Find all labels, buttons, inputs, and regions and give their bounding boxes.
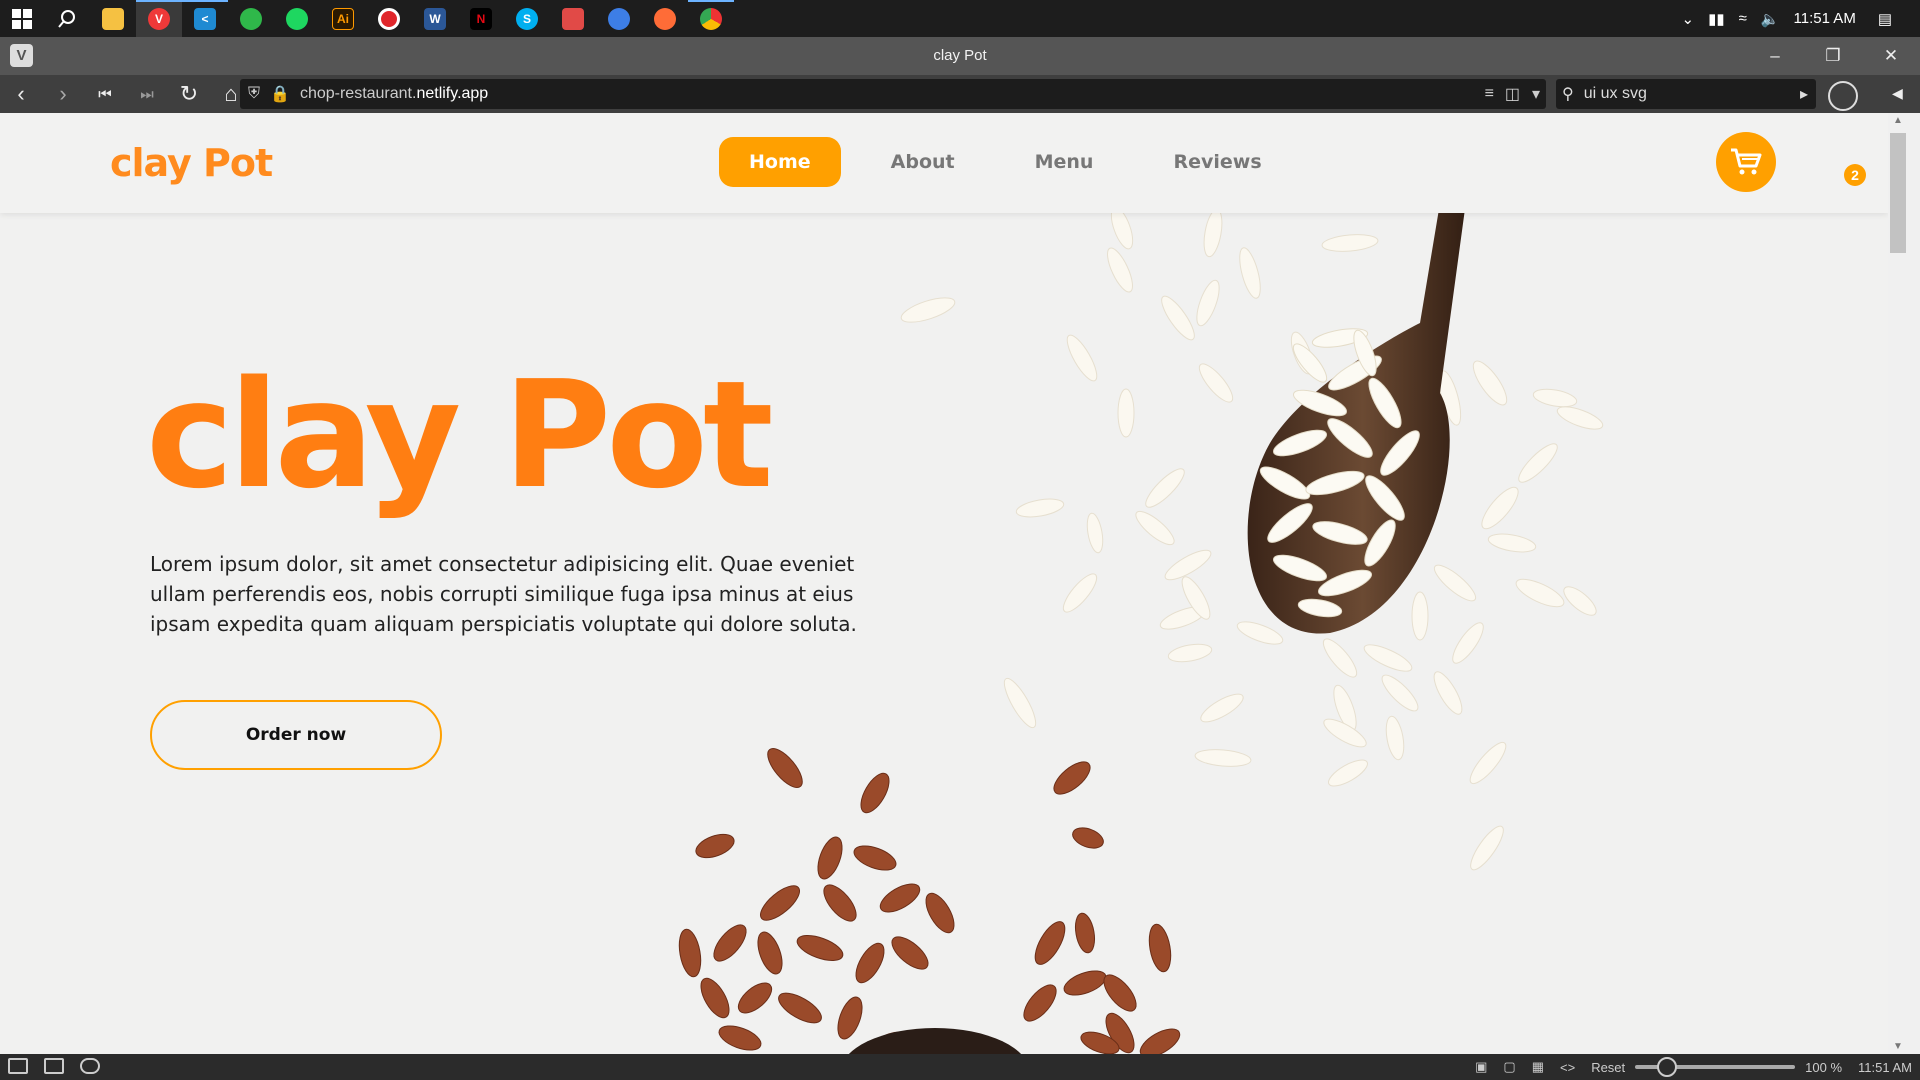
- image-icon[interactable]: ▦: [1532, 1059, 1544, 1075]
- zoom-slider-knob[interactable]: [1657, 1057, 1678, 1077]
- google-photos-icon[interactable]: [596, 0, 642, 37]
- order-now-button[interactable]: Order now: [150, 700, 442, 770]
- capture-icon[interactable]: ▣: [1475, 1059, 1487, 1075]
- profile-avatar-icon[interactable]: [1828, 81, 1858, 111]
- skype-icon[interactable]: S: [504, 0, 550, 37]
- spotify-icon[interactable]: [274, 0, 320, 37]
- cart-count-badge: 2: [1844, 164, 1866, 186]
- back-icon[interactable]: ‹: [0, 75, 42, 113]
- nav-home[interactable]: Home: [719, 137, 841, 187]
- sync-cloud-icon[interactable]: [80, 1058, 100, 1074]
- panel-toggle-icon[interactable]: [8, 1058, 28, 1074]
- recorder-icon[interactable]: [366, 0, 412, 37]
- search-field[interactable]: ⚲ ui ux svg ▸: [1556, 79, 1816, 109]
- vivaldi-icon[interactable]: V: [136, 0, 182, 37]
- hero-title: clay Pot: [146, 349, 774, 521]
- browser-title-bar: V clay Pot – ❐ ✕: [0, 37, 1920, 75]
- notifications-icon[interactable]: ▤: [1878, 10, 1892, 28]
- reader-view-icon[interactable]: ≡: [1485, 85, 1494, 103]
- search-value: ui ux svg: [1583, 85, 1647, 102]
- illustrator-icon[interactable]: Ai: [320, 0, 366, 37]
- taskbar-search-icon[interactable]: [44, 0, 90, 37]
- scrollbar-thumb[interactable]: [1890, 133, 1906, 253]
- site-header: clay Pot Home About Menu Reviews 2: [0, 113, 1888, 213]
- cart-icon: [1731, 148, 1762, 175]
- nav-reviews[interactable]: Reviews: [1143, 137, 1291, 187]
- site-logo[interactable]: clay Pot: [110, 141, 273, 185]
- reload-icon[interactable]: ↻: [168, 75, 210, 113]
- site-nav: Home About Menu Reviews: [719, 137, 1312, 187]
- postman-icon[interactable]: [642, 0, 688, 37]
- panel-toggle-icon[interactable]: ◀: [1892, 85, 1903, 102]
- status-clock: 11:51 AM: [1858, 1059, 1912, 1075]
- tile-icon[interactable]: [44, 1058, 64, 1074]
- bookmark-icon[interactable]: ◫: [1505, 84, 1520, 104]
- cart-button[interactable]: [1716, 132, 1776, 192]
- scroll-down-icon[interactable]: ▼: [1893, 1041, 1903, 1052]
- close-icon[interactable]: ✕: [1862, 37, 1920, 75]
- shield-icon[interactable]: ⛨: [248, 85, 260, 103]
- vscode-icon[interactable]: <: [182, 0, 228, 37]
- window-icon[interactable]: ▢: [1503, 1059, 1515, 1075]
- window-title: clay Pot: [933, 47, 987, 64]
- nav-about[interactable]: About: [861, 137, 985, 187]
- netflix-icon[interactable]: N: [458, 0, 504, 37]
- rewind-icon[interactable]: ⏮: [84, 75, 126, 113]
- mail-icon[interactable]: [550, 0, 596, 37]
- wifi-icon[interactable]: ≈: [1739, 10, 1747, 27]
- search-go-icon[interactable]: ▸: [1800, 84, 1808, 104]
- url-domain: netlify.app: [416, 85, 489, 102]
- dropdown-icon[interactable]: ▾: [1532, 84, 1540, 104]
- scroll-up-icon[interactable]: ▲: [1893, 115, 1903, 126]
- windows-start-icon[interactable]: [0, 0, 44, 37]
- word-icon[interactable]: W: [412, 0, 458, 37]
- windows-taskbar: V < Ai W N S ⌄ ▮▮ ≈ 🔈 11:51 AM ▤: [0, 0, 1920, 37]
- lock-icon[interactable]: 🔒: [270, 84, 290, 104]
- chevron-up-icon[interactable]: ⌄: [1682, 10, 1695, 28]
- zoom-reset[interactable]: Reset: [1591, 1060, 1625, 1075]
- forward-icon[interactable]: ›: [42, 75, 84, 113]
- code-icon[interactable]: <>: [1560, 1060, 1575, 1075]
- page-scrollbar[interactable]: ▲ ▼: [1888, 113, 1920, 1054]
- zoom-level: 100 %: [1805, 1059, 1843, 1075]
- system-tray: ⌄ ▮▮ ≈ 🔈 11:51 AM ▤: [1682, 0, 1920, 37]
- browser-status-bar: ▣ ▢ ▦ <> Reset 100 % 11:51 AM: [0, 1054, 1920, 1080]
- url-prefix: chop-restaurant.: [299, 85, 417, 102]
- nav-menu[interactable]: Menu: [1005, 137, 1124, 187]
- restore-icon[interactable]: ❐: [1804, 37, 1862, 75]
- hero-description: Lorem ipsum dolor, sit amet consectetur …: [150, 552, 857, 636]
- search-engine-icon[interactable]: ⚲: [1562, 84, 1574, 104]
- whatsapp-icon[interactable]: [228, 0, 274, 37]
- file-explorer-icon[interactable]: [90, 0, 136, 37]
- browser-toolbar: ‹ › ⏮ ⏭ ↻ ⌂ ⛨ 🔒 chop-restaurant. netlify.…: [0, 75, 1920, 113]
- chrome-icon[interactable]: [688, 0, 734, 37]
- fast-forward-icon[interactable]: ⏭: [126, 75, 168, 113]
- web-page: clay Pot Home About Menu Reviews 2 clay …: [0, 113, 1888, 1054]
- address-field[interactable]: ⛨ 🔒 chop-restaurant. netlify.app ≡ ◫ ▾: [240, 79, 1546, 109]
- volume-icon[interactable]: 🔈: [1761, 10, 1780, 28]
- taskbar-clock[interactable]: 11:51 AM: [1794, 10, 1856, 27]
- zoom-slider[interactable]: [1635, 1057, 1796, 1077]
- minimize-icon[interactable]: –: [1746, 37, 1804, 75]
- battery-icon[interactable]: ▮▮: [1708, 10, 1725, 28]
